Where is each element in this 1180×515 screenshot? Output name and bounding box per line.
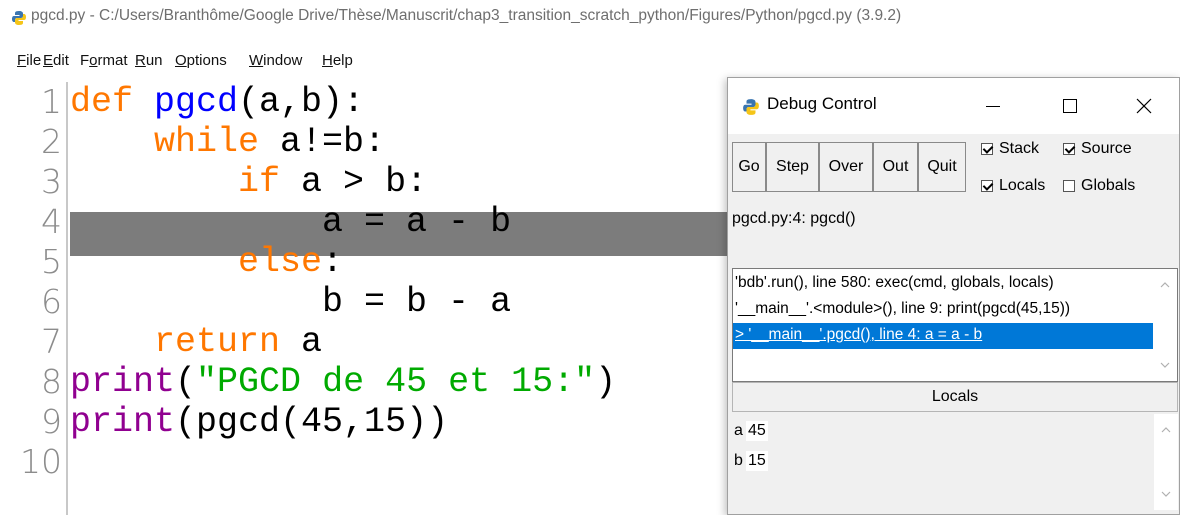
- local-variable-row: a 45: [734, 418, 768, 444]
- menu-run[interactable]: Run: [135, 52, 163, 69]
- code-line[interactable]: def pgcd(a,b):: [70, 83, 364, 121]
- code-line[interactable]: if a > b:: [70, 163, 427, 201]
- line-number: 8: [41, 362, 62, 401]
- scroll-down-icon[interactable]: [1154, 484, 1178, 504]
- menu-help[interactable]: Help: [322, 52, 353, 69]
- locals-scrollbar[interactable]: [1154, 414, 1178, 510]
- menu-window[interactable]: Window: [249, 52, 302, 69]
- code-line[interactable]: b = b - a: [70, 283, 511, 321]
- code-line[interactable]: print("PGCD de 45 et 15:"): [70, 363, 616, 401]
- code-line[interactable]: a = a - b: [70, 203, 511, 241]
- scroll-down-icon[interactable]: [1153, 355, 1177, 375]
- menu-options[interactable]: Options: [175, 52, 227, 69]
- source-checkbox[interactable]: Source: [1063, 140, 1132, 158]
- scroll-up-icon[interactable]: [1154, 420, 1178, 440]
- variable-value[interactable]: 15: [746, 451, 768, 471]
- code-line[interactable]: while a!=b:: [70, 123, 385, 161]
- variable-name: b: [734, 452, 743, 469]
- window-title: pgcd.py - C:/Users/Branthôme/Google Driv…: [31, 7, 902, 24]
- stack-frame-item[interactable]: 'bdb'.run(), line 580: exec(cmd, globals…: [733, 271, 1153, 297]
- stack-frame-item[interactable]: > '__main__'.pgcd(), line 4: a = a - b: [733, 323, 1153, 349]
- checkbox-box: [981, 143, 993, 155]
- variable-name: a: [734, 422, 743, 439]
- line-number: 3: [41, 162, 62, 201]
- checkbox-box: [1063, 143, 1075, 155]
- stack-checkbox[interactable]: Stack: [981, 140, 1039, 158]
- close-icon: [1136, 98, 1152, 114]
- debug-titlebar: Debug Control: [728, 78, 1179, 134]
- variable-value[interactable]: 45: [746, 421, 768, 441]
- stack-scrollbar[interactable]: [1153, 269, 1177, 381]
- stack-frame-item[interactable]: '__main__'.<module>(), line 9: print(pgc…: [733, 297, 1153, 323]
- checkbox-box: [981, 180, 993, 192]
- debug-title: Debug Control: [767, 94, 877, 113]
- locals-checkbox[interactable]: Locals: [981, 177, 1045, 195]
- maximize-button[interactable]: [1050, 90, 1090, 122]
- window-titlebar: pgcd.py - C:/Users/Branthôme/Google Driv…: [0, 0, 1180, 32]
- step-button[interactable]: Step: [766, 142, 819, 192]
- code-line[interactable]: else:: [70, 243, 343, 281]
- go-button[interactable]: Go: [732, 142, 766, 192]
- over-button[interactable]: Over: [819, 142, 873, 192]
- globals-checkbox[interactable]: Globals: [1063, 177, 1135, 195]
- code-line[interactable]: print(pgcd(45,15)): [70, 403, 448, 441]
- line-number: 5: [41, 242, 62, 281]
- line-number: 9: [41, 402, 62, 441]
- minimize-button[interactable]: [973, 90, 1013, 122]
- out-button[interactable]: Out: [873, 142, 918, 192]
- locals-header: Locals: [732, 382, 1178, 412]
- scroll-up-icon[interactable]: [1153, 275, 1177, 295]
- menubar: File Edit Format Run Options Window Help: [0, 52, 1180, 76]
- menu-edit[interactable]: Edit: [43, 52, 69, 69]
- stack-listbox[interactable]: 'bdb'.run(), line 580: exec(cmd, globals…: [732, 268, 1178, 382]
- line-number: 6: [41, 282, 62, 321]
- line-number: 7: [41, 322, 62, 361]
- locals-panel: a 45 b 15: [732, 414, 1178, 510]
- python-icon: [743, 99, 759, 115]
- quit-button[interactable]: Quit: [918, 142, 966, 192]
- gutter-divider: [66, 82, 68, 515]
- line-number: 4: [41, 202, 62, 241]
- local-variable-row: b 15: [734, 448, 768, 474]
- checkbox-box: [1063, 180, 1075, 192]
- line-number: 2: [41, 122, 62, 161]
- line-number: 10: [20, 442, 62, 481]
- maximize-icon: [1063, 99, 1077, 113]
- line-number: 1: [41, 82, 62, 121]
- python-icon: [12, 11, 26, 25]
- minimize-icon: [986, 106, 1000, 107]
- menu-format[interactable]: Format: [80, 52, 128, 69]
- menu-file[interactable]: File: [17, 52, 41, 69]
- code-line[interactable]: return a: [70, 323, 322, 361]
- close-button[interactable]: [1124, 90, 1164, 122]
- debug-control-window: Debug Control Go Step Over Out Quit Stac…: [727, 77, 1180, 515]
- debug-status: pgcd.py:4: pgcd(): [732, 210, 856, 227]
